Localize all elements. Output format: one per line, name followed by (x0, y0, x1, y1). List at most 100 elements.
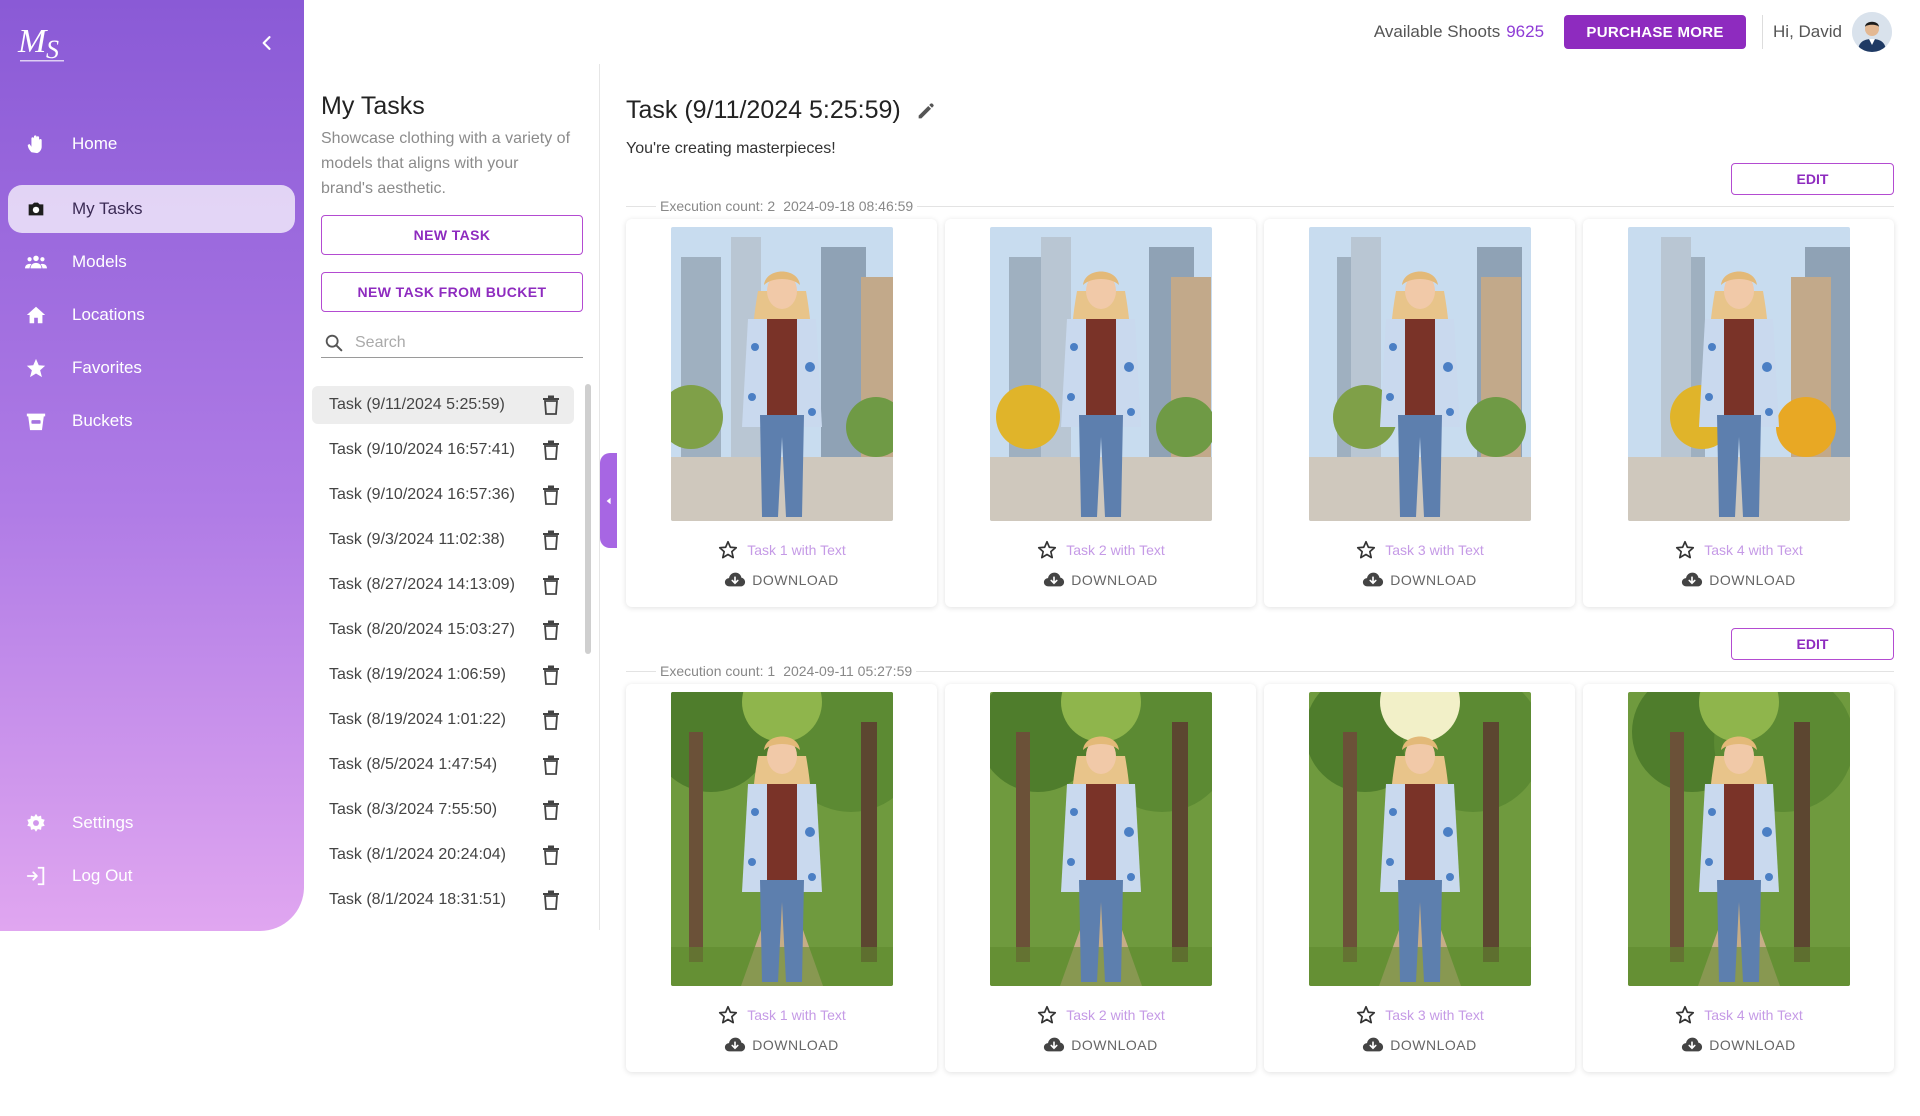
star-outline-icon (1038, 1005, 1057, 1024)
sidebar-item-models[interactable]: Models (8, 238, 295, 286)
collapse-sidebar-button[interactable] (256, 32, 278, 54)
tasks-panel: My Tasks Showcase clothing with a variet… (304, 64, 600, 930)
result-photo[interactable] (990, 227, 1212, 521)
result-title: Task 1 with Text (747, 1007, 846, 1023)
new-task-button[interactable]: NEW TASK (321, 215, 583, 255)
result-photo[interactable] (671, 227, 893, 521)
purchase-more-button[interactable]: PURCHASE MORE (1564, 15, 1747, 49)
task-list-item-label: Task (8/1/2024 18:31:51) (329, 891, 507, 908)
trash-icon[interactable] (542, 530, 560, 550)
task-list-item-label: Task (8/5/2024 1:47:54) (329, 756, 498, 773)
result-photo[interactable] (1628, 227, 1850, 521)
task-list-item[interactable]: Task (9/11/2024 5:25:59) (312, 386, 574, 424)
cloud-download-icon (725, 572, 746, 587)
cloud-download-icon (1363, 572, 1384, 587)
trash-icon[interactable] (542, 710, 560, 730)
result-photo[interactable] (1309, 227, 1531, 521)
sidebar-item-favorites[interactable]: Favorites (8, 344, 295, 392)
star-icon (24, 356, 48, 380)
pencil-icon[interactable] (915, 100, 937, 122)
task-list-item[interactable]: Task (9/10/2024 16:57:41) (312, 431, 574, 469)
sidebar: M S Home My Tasks Models Locations Favor… (0, 0, 304, 931)
favorite-toggle[interactable]: Task 1 with Text (626, 539, 937, 561)
download-button[interactable]: DOWNLOAD (626, 1034, 937, 1056)
trash-icon[interactable] (542, 665, 560, 685)
favorite-toggle[interactable]: Task 3 with Text (1264, 539, 1575, 561)
trash-icon[interactable] (542, 395, 560, 415)
task-list-item[interactable]: Task (9/3/2024 11:02:38) (312, 521, 574, 559)
new-task-from-bucket-button[interactable]: NEW TASK FROM BUCKET (321, 272, 583, 312)
tasks-panel-description: Showcase clothing with a variety of mode… (321, 130, 571, 197)
task-title: Task (9/11/2024 5:25:59) (626, 96, 937, 125)
edit-button[interactable]: EDIT (1731, 163, 1894, 195)
trash-icon[interactable] (542, 755, 560, 775)
download-label: DOWNLOAD (1390, 1037, 1477, 1053)
result-title: Task 4 with Text (1704, 542, 1803, 558)
favorite-toggle[interactable]: Task 4 with Text (1583, 1004, 1894, 1026)
trash-icon[interactable] (542, 485, 560, 505)
task-list-item[interactable]: Task (8/19/2024 1:01:22) (312, 701, 574, 739)
download-button[interactable]: DOWNLOAD (1264, 569, 1575, 591)
result-title: Task 2 with Text (1066, 542, 1165, 558)
logo[interactable]: M S (16, 18, 72, 66)
result-cards: Task 1 with Text DOWNLOAD Task 2 with Text… (626, 219, 1894, 607)
favorite-toggle[interactable]: Task 1 with Text (626, 1004, 937, 1026)
sidebar-item-home[interactable]: Home (8, 120, 295, 168)
task-list-item[interactable]: Task (8/27/2024 14:13:09) (312, 566, 574, 604)
task-list-item[interactable]: Task (8/1/2024 20:24:04) (312, 836, 574, 874)
sidebar-item-log-out[interactable]: Log Out (8, 852, 295, 900)
sidebar-item-my-tasks[interactable]: My Tasks (8, 185, 295, 233)
result-photo[interactable] (1309, 692, 1531, 986)
trash-icon[interactable] (542, 620, 560, 640)
chevron-left-icon (262, 36, 271, 50)
result-title: Task 2 with Text (1066, 1007, 1165, 1023)
result-photo[interactable] (671, 692, 893, 986)
sidebar-item-locations[interactable]: Locations (8, 291, 295, 339)
task-list-item[interactable]: Task (8/3/2024 7:55:50) (312, 791, 574, 829)
trash-icon[interactable] (542, 800, 560, 820)
task-list-item-label: Task (8/19/2024 1:06:59) (329, 666, 507, 683)
download-button[interactable]: DOWNLOAD (1583, 569, 1894, 591)
avatar[interactable] (1852, 12, 1892, 52)
favorite-toggle[interactable]: Task 2 with Text (945, 1004, 1256, 1026)
favorite-toggle[interactable]: Task 3 with Text (1264, 1004, 1575, 1026)
download-button[interactable]: DOWNLOAD (945, 569, 1256, 591)
favorite-toggle[interactable]: Task 4 with Text (1583, 539, 1894, 561)
star-outline-icon (1676, 1005, 1695, 1024)
result-cards: Task 1 with Text DOWNLOAD Task 2 with Text… (626, 684, 1894, 1072)
task-list-item[interactable]: Task (9/10/2024 16:57:36) (312, 476, 574, 514)
result-photo[interactable] (990, 692, 1212, 986)
cloud-download-icon (725, 1037, 746, 1052)
download-label: DOWNLOAD (1071, 572, 1158, 588)
trash-icon[interactable] (542, 845, 560, 865)
download-label: DOWNLOAD (1071, 1037, 1158, 1053)
sidebar-item-label: Locations (72, 305, 145, 324)
task-list-item-label: Task (9/10/2024 16:57:36) (329, 486, 515, 503)
cloud-download-icon (1682, 572, 1703, 587)
edit-button[interactable]: EDIT (1731, 628, 1894, 660)
task-list-item[interactable]: Task (8/20/2024 15:03:27) (312, 611, 574, 649)
download-button[interactable]: DOWNLOAD (1264, 1034, 1575, 1056)
panel-toggle-button[interactable] (600, 453, 617, 548)
favorite-toggle[interactable]: Task 2 with Text (945, 539, 1256, 561)
sidebar-item-settings[interactable]: Settings (8, 799, 295, 847)
svg-text:M: M (17, 23, 48, 60)
download-button[interactable]: DOWNLOAD (1583, 1034, 1894, 1056)
task-list-item[interactable]: Task (8/5/2024 1:47:54) (312, 746, 574, 784)
download-button[interactable]: DOWNLOAD (945, 1034, 1256, 1056)
header: Available Shoots 9625 PURCHASE MORE Hi, D… (1374, 12, 1892, 52)
search-input[interactable] (355, 333, 575, 352)
sidebar-item-buckets[interactable]: Buckets (8, 397, 295, 445)
download-button[interactable]: DOWNLOAD (626, 569, 937, 591)
trash-icon[interactable] (542, 890, 560, 910)
trash-icon[interactable] (542, 575, 560, 595)
download-label: DOWNLOAD (1390, 572, 1477, 588)
sidebar-item-label: Favorites (72, 358, 142, 377)
result-photo[interactable] (1628, 692, 1850, 986)
cloud-download-icon (1044, 1037, 1065, 1052)
execution-timestamp: 2024-09-18 08:46:59 (783, 198, 914, 214)
task-list-item[interactable]: Task (8/19/2024 1:06:59) (312, 656, 574, 694)
task-list-scrollbar[interactable] (585, 384, 591, 654)
trash-icon[interactable] (542, 440, 560, 460)
task-list-item[interactable]: Task (8/1/2024 18:31:51) (312, 881, 574, 919)
